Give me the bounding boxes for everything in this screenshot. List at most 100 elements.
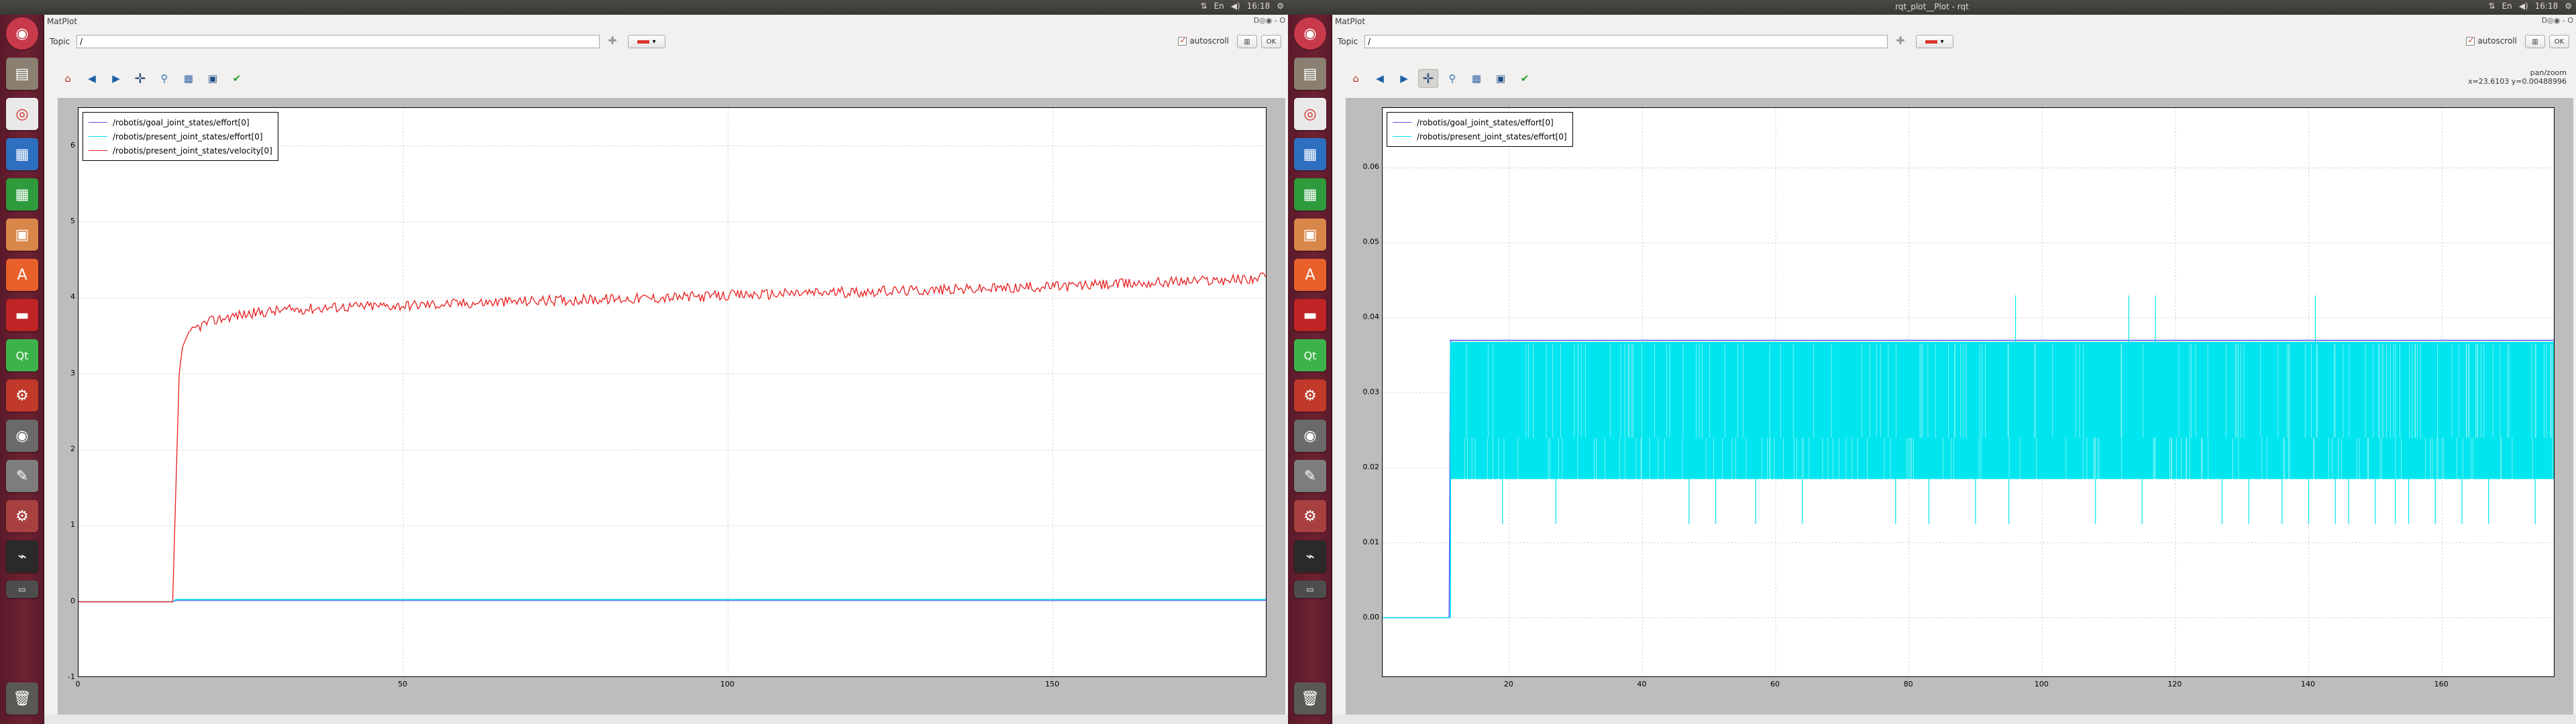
calc-icon[interactable]: ▦ bbox=[1294, 178, 1326, 210]
clock[interactable]: 16:18 bbox=[1247, 1, 1271, 11]
impress-icon[interactable]: ▣ bbox=[6, 219, 38, 251]
workspace-icon[interactable]: ▭ bbox=[1294, 581, 1326, 598]
chrome-icon[interactable]: ◎ bbox=[6, 98, 38, 130]
autoscroll-checkbox[interactable]: autoscroll bbox=[2466, 36, 2517, 46]
back-icon[interactable]: ◀ bbox=[82, 69, 102, 88]
ok-button[interactable]: OK bbox=[1261, 35, 1281, 48]
editor-icon[interactable]: ✎ bbox=[6, 460, 38, 492]
app-icon[interactable]: ⚙ bbox=[6, 500, 38, 532]
ok-button[interactable]: OK bbox=[2549, 35, 2569, 48]
back-icon[interactable]: ◀ bbox=[1370, 69, 1390, 88]
clear-button[interactable]: ▥ bbox=[2525, 35, 2545, 48]
topic-input[interactable] bbox=[76, 35, 600, 48]
trash-icon[interactable]: 🗑 bbox=[1294, 682, 1326, 715]
legend-label: /robotis/goal_joint_states/effort[0] bbox=[113, 117, 250, 127]
chevron-down-icon: ▾ bbox=[1940, 38, 1944, 46]
qt-creator-icon[interactable]: Qt bbox=[1294, 339, 1326, 371]
terminal-red-icon[interactable]: ▬ bbox=[6, 299, 38, 331]
y-tick-label: 4 bbox=[70, 292, 75, 302]
y-tick-label: 1 bbox=[70, 520, 75, 530]
trash-icon[interactable]: 🗑 bbox=[6, 682, 38, 715]
y-tick-label: 5 bbox=[70, 217, 75, 225]
system-monitor-icon[interactable]: ⌁ bbox=[6, 540, 38, 572]
autoscroll-checkbox[interactable]: autoscroll bbox=[1178, 36, 1229, 46]
dash-home-icon[interactable]: ◉ bbox=[6, 17, 38, 50]
home-icon[interactable]: ⌂ bbox=[58, 69, 78, 88]
plot-toolbar: ⌂ ◀ ▶ ✛ ⚲ ▦ ▣ ✔ bbox=[1346, 68, 1535, 88]
keyboard-lang-indicator[interactable]: En bbox=[2502, 1, 2512, 11]
eye-icon[interactable]: ◉ bbox=[1294, 420, 1326, 452]
software-center-icon[interactable]: A bbox=[6, 259, 38, 291]
check-icon[interactable]: ✔ bbox=[1515, 69, 1535, 88]
topic-label: Topic bbox=[1338, 37, 1358, 46]
eye-icon[interactable]: ◉ bbox=[6, 420, 38, 452]
software-center-icon[interactable]: A bbox=[1294, 259, 1326, 291]
app-icon[interactable]: ⚙ bbox=[1294, 500, 1326, 532]
settings-icon[interactable]: ⚙ bbox=[1294, 379, 1326, 412]
save-icon[interactable]: ▣ bbox=[203, 69, 223, 88]
forward-icon[interactable]: ▶ bbox=[106, 69, 126, 88]
calc-icon[interactable]: ▦ bbox=[6, 178, 38, 210]
forward-icon[interactable]: ▶ bbox=[1394, 69, 1414, 88]
plot-area[interactable]: /robotis/goal_joint_states/effort[0] /rob… bbox=[1382, 107, 2555, 677]
topic-row: Topic ✚ ▾ autoscroll ▥ OK bbox=[1335, 34, 2573, 50]
plot-area[interactable]: /robotis/goal_joint_states/effort[0] /rob… bbox=[78, 107, 1267, 677]
legend-swatch bbox=[89, 135, 107, 137]
topic-input[interactable] bbox=[1364, 35, 1888, 48]
y-tick-label: 6 bbox=[70, 140, 75, 149]
window-controls[interactable]: D◎◉ - O bbox=[1254, 16, 1285, 25]
editor-icon[interactable]: ✎ bbox=[1294, 460, 1326, 492]
legend-label: /robotis/present_joint_states/effort[0] bbox=[1417, 131, 1567, 141]
system-monitor-icon[interactable]: ⌁ bbox=[1294, 540, 1326, 572]
plot-toolbar: ⌂ ◀ ▶ ✛ ⚲ ▦ ▣ ✔ bbox=[58, 68, 247, 88]
system-tray: ⇅ En ◀) 16:18 ⚙ bbox=[2488, 1, 2572, 11]
writer-icon[interactable]: ▦ bbox=[6, 138, 38, 170]
window-title: MatPlot bbox=[47, 17, 78, 26]
legend: /robotis/goal_joint_states/effort[0] /rob… bbox=[83, 112, 278, 161]
volume-icon[interactable]: ◀) bbox=[1231, 1, 1240, 11]
launcher: ◉ ▤ ◎ ▦ ▦ ▣ A ▬ Qt ⚙ ◉ ✎ ⚙ ⌁ ▭ 🗑 bbox=[1288, 15, 1332, 724]
remove-topic-button[interactable]: ▾ bbox=[628, 35, 665, 48]
settings-icon[interactable]: ⚙ bbox=[6, 379, 38, 412]
window-controls[interactable]: D◎◉ - O bbox=[2542, 16, 2573, 25]
save-icon[interactable]: ▣ bbox=[1491, 69, 1511, 88]
network-icon[interactable]: ⇅ bbox=[1200, 1, 1207, 11]
clear-button[interactable]: ▥ bbox=[1237, 35, 1257, 48]
line-chart bbox=[78, 108, 1266, 676]
add-topic-button[interactable]: ✚ bbox=[605, 36, 620, 48]
window-title: MatPlot bbox=[1335, 17, 1366, 26]
legend-entry: /robotis/goal_joint_states/effort[0] bbox=[89, 115, 272, 129]
status-bar bbox=[44, 715, 1288, 724]
legend-label: /robotis/present_joint_states/velocity[0… bbox=[113, 145, 272, 156]
terminal-red-icon[interactable]: ▬ bbox=[1294, 299, 1326, 331]
series-band bbox=[1450, 341, 2554, 479]
remove-topic-button[interactable]: ▾ bbox=[1916, 35, 1953, 48]
files-icon[interactable]: ▤ bbox=[6, 58, 38, 90]
legend-swatch bbox=[89, 149, 107, 152]
dash-home-icon[interactable]: ◉ bbox=[1294, 17, 1326, 50]
network-icon[interactable]: ⇅ bbox=[2488, 1, 2495, 11]
gear-icon[interactable]: ⚙ bbox=[1277, 1, 1284, 11]
configure-subplots-icon[interactable]: ▦ bbox=[178, 69, 199, 88]
clock[interactable]: 16:18 bbox=[2535, 1, 2559, 11]
status-mode: pan/zoom bbox=[2530, 68, 2567, 77]
pan-icon[interactable]: ✛ bbox=[130, 69, 150, 88]
check-icon[interactable]: ✔ bbox=[227, 69, 247, 88]
gear-icon[interactable]: ⚙ bbox=[2565, 1, 2572, 11]
files-icon[interactable]: ▤ bbox=[1294, 58, 1326, 90]
keyboard-lang-indicator[interactable]: En bbox=[1214, 1, 1224, 11]
zoom-icon[interactable]: ⚲ bbox=[154, 69, 174, 88]
writer-icon[interactable]: ▦ bbox=[1294, 138, 1326, 170]
home-icon[interactable]: ⌂ bbox=[1346, 69, 1366, 88]
qt-creator-icon[interactable]: Qt bbox=[6, 339, 38, 371]
zoom-icon[interactable]: ⚲ bbox=[1442, 69, 1462, 88]
workspace-icon[interactable]: ▭ bbox=[6, 581, 38, 598]
configure-subplots-icon[interactable]: ▦ bbox=[1466, 69, 1487, 88]
chrome-icon[interactable]: ◎ bbox=[1294, 98, 1326, 130]
legend-swatch bbox=[1393, 135, 1411, 137]
add-topic-button[interactable]: ✚ bbox=[1893, 36, 1908, 48]
pan-icon[interactable]: ✛ bbox=[1418, 69, 1438, 88]
impress-icon[interactable]: ▣ bbox=[1294, 219, 1326, 251]
system-tray: ⇅ En ◀) 16:18 ⚙ bbox=[1200, 1, 1284, 11]
volume-icon[interactable]: ◀) bbox=[2519, 1, 2528, 11]
